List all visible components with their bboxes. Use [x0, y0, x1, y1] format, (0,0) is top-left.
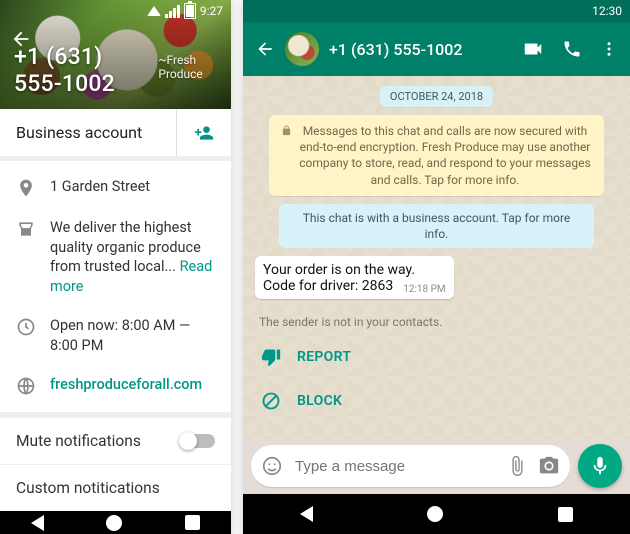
status-time: 12:30: [592, 4, 622, 18]
chat-body: OCTOBER 24, 2018 Messages to this chat a…: [243, 76, 630, 438]
business-account-row: Business account: [0, 109, 231, 156]
report-button[interactable]: REPORT: [255, 339, 618, 375]
status-time: 9:27: [200, 4, 223, 18]
signal-icon: [165, 5, 180, 18]
camera-icon[interactable]: [538, 455, 560, 477]
person-add-icon: [192, 123, 216, 143]
chat-header: +1 (631) 555-1002: [243, 22, 630, 76]
status-bar: 12:30: [243, 0, 630, 22]
description-text: We deliver the highest quality organic p…: [50, 218, 215, 296]
more-vert-icon: [600, 40, 618, 58]
chat-screen: 12:30 +1 (631) 555-1002 OCTOBER 24,: [243, 0, 630, 534]
message-text: Your order is on the way. Code for drive…: [263, 262, 415, 294]
arrow-left-icon: [10, 28, 32, 50]
block-icon: [261, 391, 281, 411]
android-nav-bar: [0, 511, 231, 534]
mute-notifications-row[interactable]: Mute notifications: [0, 417, 231, 464]
profile-header-image: 9:27 +1 (631) 555-1002 ~Fresh Produce: [0, 0, 231, 109]
website-row[interactable]: freshproduceforall.com: [0, 365, 231, 406]
hours-row[interactable]: Open now: 8:00 AM — 8:00 PM: [0, 306, 231, 365]
nav-home-icon[interactable]: [106, 515, 122, 531]
sender-notice: The sender is not in your contacts.: [259, 315, 614, 329]
add-contact-button[interactable]: [176, 109, 231, 156]
video-call-button[interactable]: [522, 38, 544, 60]
chat-input-bar: [243, 438, 630, 494]
business-info-section: 1 Garden Street We deliver the highest q…: [0, 161, 231, 412]
notification-settings: Mute notifications Custom notitications: [0, 417, 231, 511]
back-button[interactable]: [10, 28, 32, 50]
custom-label: Custom notitications: [16, 479, 160, 497]
message-time: 12:18 PM: [403, 284, 445, 295]
description-row[interactable]: We deliver the highest quality organic p…: [0, 208, 231, 306]
block-button[interactable]: BLOCK: [255, 383, 618, 419]
message-input[interactable]: [293, 457, 496, 476]
custom-notifications-row[interactable]: Custom notitications: [0, 464, 231, 511]
video-camera-icon: [522, 38, 544, 60]
battery-icon: [184, 3, 196, 19]
business-account-label: Business account: [0, 109, 176, 156]
phone-icon: [562, 39, 582, 59]
lock-icon: [281, 125, 292, 136]
business-profile-screen: 9:27 +1 (631) 555-1002 ~Fresh Produce Bu…: [0, 0, 231, 534]
mute-toggle[interactable]: [181, 434, 215, 448]
message-input-container[interactable]: [251, 445, 570, 487]
website-link[interactable]: freshproduceforall.com: [50, 375, 202, 395]
avatar[interactable]: [285, 32, 319, 66]
back-button[interactable]: [255, 39, 275, 59]
android-nav-bar: [243, 494, 630, 534]
voice-call-button[interactable]: [562, 39, 582, 59]
profile-phone-number: +1 (631) 555-1002: [14, 43, 148, 97]
incoming-message[interactable]: Your order is on the way. Code for drive…: [255, 256, 454, 299]
nav-back-icon[interactable]: [31, 515, 44, 531]
mic-button[interactable]: [578, 444, 622, 488]
globe-icon: [16, 376, 36, 396]
menu-button[interactable]: [600, 40, 618, 58]
nav-back-icon[interactable]: [300, 506, 313, 522]
nav-home-icon[interactable]: [427, 506, 443, 522]
thumb-down-icon: [261, 347, 281, 367]
encryption-notice[interactable]: Messages to this chat and calls are now …: [269, 115, 604, 196]
date-chip: OCTOBER 24, 2018: [380, 86, 493, 107]
location-pin-icon: [16, 178, 36, 198]
chat-title[interactable]: +1 (631) 555-1002: [329, 40, 512, 59]
storefront-icon: [16, 219, 36, 239]
wifi-icon: [147, 6, 161, 16]
status-bar: 9:27: [0, 0, 231, 22]
business-chat-notice[interactable]: This chat is with a business account. Ta…: [279, 204, 594, 248]
add-to-contacts-button[interactable]: ADD TO CONTACTS: [255, 427, 618, 438]
nav-recents-icon[interactable]: [185, 515, 200, 530]
hours-text: Open now: 8:00 AM — 8:00 PM: [50, 316, 215, 355]
mic-icon: [589, 455, 611, 477]
clock-icon: [16, 317, 36, 337]
profile-business-name: ~Fresh Produce: [158, 53, 217, 81]
nav-recents-icon[interactable]: [558, 507, 573, 522]
mute-label: Mute notifications: [16, 432, 141, 450]
attachment-icon[interactable]: [506, 455, 528, 477]
emoji-icon[interactable]: [261, 455, 283, 477]
arrow-left-icon: [255, 39, 275, 59]
address-text: 1 Garden Street: [50, 177, 150, 197]
address-row[interactable]: 1 Garden Street: [0, 167, 231, 208]
